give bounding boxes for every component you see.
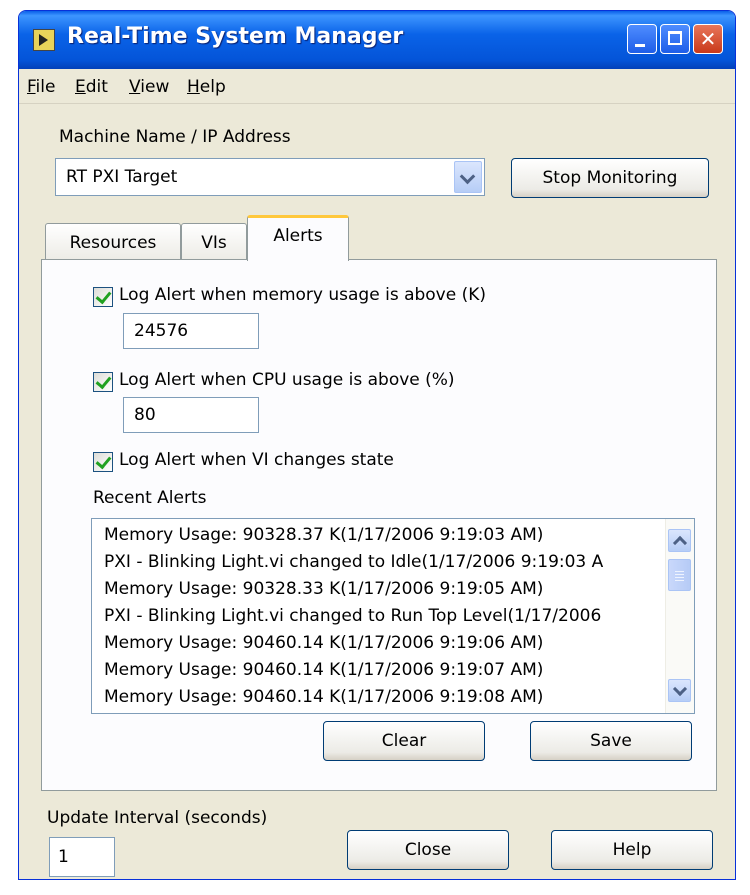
checkmark-icon [95, 287, 112, 305]
title-bar[interactable]: Real-Time System Manager ✕ [19, 11, 735, 69]
cpu-threshold-input[interactable]: 80 [123, 397, 259, 433]
memory-threshold-input[interactable]: 24576 [123, 313, 259, 349]
cpu-alert-label: Log Alert when CPU usage is above (%) [119, 370, 455, 390]
memory-alert-label: Log Alert when memory usage is above (K) [119, 285, 487, 305]
close-icon: ✕ [699, 27, 717, 51]
machine-name-combobox[interactable]: RT PXI Target [55, 158, 485, 196]
alerts-scrollbar[interactable] [665, 519, 694, 713]
chevron-up-icon [672, 535, 688, 551]
tab-resources[interactable]: Resources [45, 223, 181, 261]
vi-state-alert-checkbox[interactable] [93, 452, 113, 472]
scroll-up-button[interactable] [668, 529, 691, 552]
labview-app-icon [33, 29, 55, 51]
update-interval-input[interactable]: 1 [49, 837, 115, 877]
scroll-down-button[interactable] [668, 679, 691, 702]
menu-file[interactable]: File [27, 77, 55, 97]
dropdown-button[interactable] [454, 161, 482, 193]
grip-line [675, 571, 684, 572]
menu-view[interactable]: View [129, 77, 169, 97]
menu-edit[interactable]: Edit [75, 77, 108, 97]
clear-button[interactable]: Clear [323, 721, 485, 761]
tab-alerts[interactable]: Alerts [247, 215, 349, 261]
recent-alerts-label: Recent Alerts [93, 488, 207, 508]
grip-line [675, 580, 684, 581]
save-button[interactable]: Save [530, 721, 692, 761]
alert-row: PXI - Blinking Light.vi changed to Run T… [104, 606, 602, 626]
recent-alerts-list[interactable]: Memory Usage: 90328.37 K(1/17/2006 9:19:… [91, 518, 695, 714]
alert-row: Memory Usage: 90460.14 K(1/17/2006 9:19:… [104, 633, 544, 653]
maximize-button[interactable] [660, 24, 690, 54]
stop-monitoring-button[interactable]: Stop Monitoring [511, 158, 709, 198]
checkmark-icon [95, 372, 112, 390]
checkmark-icon [95, 452, 112, 470]
tab-vis[interactable]: VIs [181, 223, 247, 261]
menu-help[interactable]: Help [187, 77, 226, 97]
close-button[interactable]: Close [347, 830, 509, 870]
vi-state-alert-label: Log Alert when VI changes state [119, 450, 394, 470]
alert-row: Memory Usage: 90460.14 K(1/17/2006 9:19:… [104, 660, 544, 680]
help-button[interactable]: Help [551, 830, 713, 870]
alert-row: Memory Usage: 90328.37 K(1/17/2006 9:19:… [104, 525, 544, 545]
update-interval-label: Update Interval (seconds) [47, 808, 268, 828]
grip-line [675, 577, 684, 578]
app-window: Real-Time System Manager ✕ File Edit Vie… [18, 10, 736, 880]
memory-alert-checkbox[interactable] [93, 287, 113, 307]
scroll-thumb[interactable] [668, 559, 691, 591]
alert-row: Memory Usage: 90328.33 K(1/17/2006 9:19:… [104, 579, 544, 599]
close-window-button[interactable]: ✕ [693, 24, 723, 54]
menu-bar: File Edit View Help [19, 73, 735, 104]
window-title: Real-Time System Manager [67, 24, 404, 49]
minimize-icon [635, 44, 645, 47]
chevron-down-icon [672, 681, 688, 697]
maximize-icon [668, 31, 682, 45]
minimize-button[interactable] [627, 24, 657, 54]
grip-line [675, 574, 684, 575]
alert-row: PXI - Blinking Light.vi changed to Idle(… [104, 552, 604, 572]
machine-name-label: Machine Name / IP Address [59, 127, 291, 147]
chevron-down-icon [459, 168, 476, 185]
machine-name-value: RT PXI Target [66, 167, 178, 187]
alert-row: Memory Usage: 90460.14 K(1/17/2006 9:19:… [104, 687, 544, 707]
cpu-alert-checkbox[interactable] [93, 372, 113, 392]
